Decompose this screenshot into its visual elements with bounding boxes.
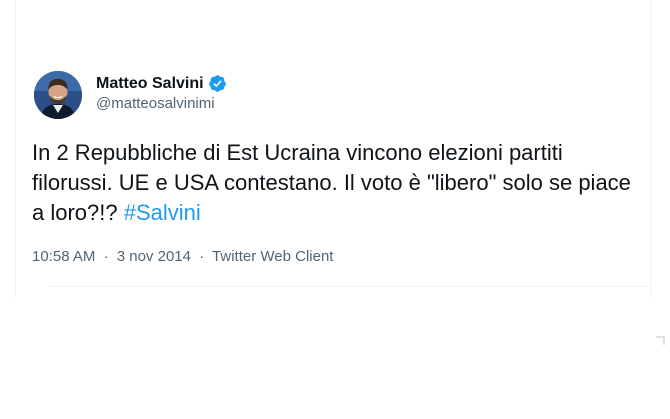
timeline-right-border (650, 0, 651, 298)
tweet-client[interactable]: Twitter Web Client (212, 248, 333, 265)
hashtag-link[interactable]: #Salvini (124, 200, 201, 225)
meta-separator: · (103, 248, 109, 265)
corner-marker-icon (656, 336, 665, 345)
avatar[interactable] (34, 71, 82, 119)
author-name-text: Matteo Salvini (96, 74, 204, 92)
page: Matteo Salvini @matteosalvinimi In 2 Rep… (0, 0, 670, 419)
tweet-metadata: 10:58 AM · 3 nov 2014 · Twitter Web Clie… (32, 248, 333, 265)
tweet-divider (48, 286, 650, 287)
author-name[interactable]: Matteo Salvini (96, 74, 227, 93)
tweet-date[interactable]: 3 nov 2014 (117, 248, 191, 265)
profile-photo-icon (34, 71, 82, 119)
tweet-time[interactable]: 10:58 AM (32, 248, 95, 265)
tweet-body: In 2 Repubbliche di Est Ucraina vincono … (32, 140, 631, 225)
author-handle[interactable]: @matteosalvinimi (96, 95, 215, 112)
tweet-card: Matteo Salvini @matteosalvinimi In 2 Rep… (16, 0, 650, 287)
tweet-text: In 2 Repubbliche di Est Ucraina vincono … (32, 138, 644, 228)
verified-badge-icon (208, 74, 227, 93)
meta-separator: · (199, 248, 205, 265)
